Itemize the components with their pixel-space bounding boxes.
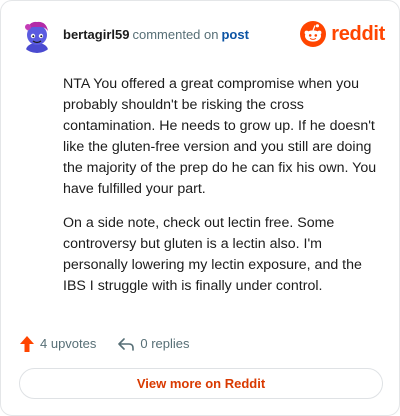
reddit-logo-icon (300, 21, 327, 47)
snoo-avatar-icon (19, 17, 55, 53)
username-link[interactable]: bertagirl59 (63, 27, 129, 42)
view-more-button[interactable]: View more on Reddit (19, 368, 383, 399)
comment-actions: 4 upvotes 0 replies (19, 333, 190, 355)
comment-embed-card: bertagirl59 commented on post reddit NTA Y… (0, 0, 400, 416)
upvote-count: 4 upvotes (40, 336, 97, 351)
comment-header: bertagirl59 commented on post reddit (19, 17, 385, 53)
byline: bertagirl59 commented on post (63, 26, 249, 44)
reddit-brand-link[interactable]: reddit (300, 21, 385, 47)
replies-button[interactable]: 0 replies (117, 334, 190, 354)
upvote-button[interactable]: 4 upvotes (19, 334, 96, 354)
comment-body: NTA You offered a great compromise when … (63, 74, 383, 310)
upvote-arrow-icon (20, 336, 34, 352)
comment-paragraph: NTA You offered a great compromise when … (63, 76, 377, 197)
post-link[interactable]: post (221, 27, 248, 42)
reply-arrow-icon (118, 338, 135, 351)
user-avatar[interactable] (19, 17, 55, 53)
reply-count: 0 replies (140, 336, 190, 351)
comment-paragraph: On a side note, check out lectin free. S… (63, 215, 362, 294)
byline-action-text: commented on (132, 27, 219, 42)
reddit-wordmark: reddit (331, 23, 385, 45)
